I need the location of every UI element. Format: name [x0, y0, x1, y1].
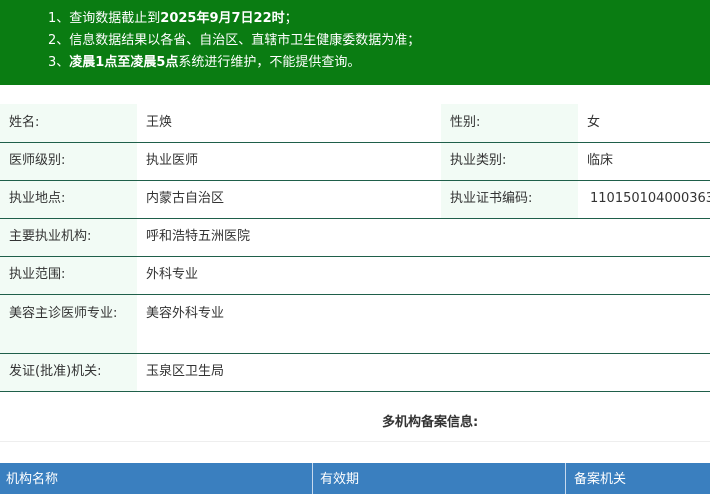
table-row: 医师级别: 执业医师 执业类别: 临床: [0, 142, 710, 181]
table-row: 执业范围: 外科专业: [0, 256, 710, 295]
doctor-info-table: 姓名: 王焕 性别: 女 医师级别: 执业医师 执业类别: 临床 执业地点: 内…: [0, 104, 710, 392]
location-value: 内蒙古自治区: [137, 180, 441, 219]
notice-line-1-prefix: 1、查询数据截止到: [48, 11, 161, 26]
scope-label: 执业范围:: [0, 256, 137, 295]
category-label: 执业类别:: [441, 142, 578, 181]
multi-org-section: 多机构备案信息:: [0, 401, 710, 442]
table-row: 主要执业机构: 呼和浩特五洲医院: [0, 218, 710, 257]
name-value: 王焕: [137, 104, 441, 143]
scope-value: 外科专业: [137, 256, 710, 295]
cosmetic-label: 美容主诊医师专业:: [0, 294, 137, 354]
notice-line-1-suffix: ；: [284, 11, 298, 26]
table-row: 美容主诊医师专业: 美容外科专业: [0, 294, 710, 354]
name-label: 姓名:: [0, 104, 137, 143]
cert-label: 执业证书编码:: [441, 180, 578, 219]
multi-org-table-header: 机构名称 有效期 备案机关: [0, 463, 710, 494]
table-row: 执业地点: 内蒙古自治区 执业证书编码: 110150104000363: [0, 180, 710, 219]
level-label: 医师级别:: [0, 142, 137, 181]
gender-value: 女: [578, 104, 710, 143]
table-row: 发证(批准)机关: 玉泉区卫生局: [0, 353, 710, 392]
level-value: 执业医师: [137, 142, 441, 181]
category-value: 临床: [578, 142, 710, 181]
cosmetic-value: 美容外科专业: [137, 294, 710, 354]
issuer-label: 发证(批准)机关:: [0, 353, 137, 392]
issuer-value: 玉泉区卫生局: [137, 353, 710, 392]
column-divider: [312, 463, 313, 494]
cert-value: 110150104000363: [578, 180, 710, 219]
table-row: 姓名: 王焕 性别: 女: [0, 104, 710, 143]
notice-banner: 1、查询数据截止到2025年9月7日22时； 2、信息数据结果以各省、自治区、直…: [0, 0, 710, 85]
notice-line-2: 2、信息数据结果以各省、自治区、直辖市卫生健康委数据为准；: [48, 33, 421, 48]
location-label: 执业地点:: [0, 180, 137, 219]
notice-data-cutoff: 2025年9月7日22时: [160, 11, 285, 26]
notice-line-3-prefix: 3、: [48, 55, 70, 70]
notice-line-1: 1、查询数据截止到2025年9月7日22时；: [48, 9, 298, 29]
institution-label: 主要执业机构:: [0, 218, 137, 257]
notice-maintenance-window: 凌晨1点至凌晨5点: [69, 55, 179, 70]
gender-label: 性别:: [441, 104, 578, 143]
multi-org-title: 多机构备案信息:: [382, 415, 479, 430]
notice-line-3-suffix: 系统进行维护，不能提供查询。: [178, 55, 361, 70]
institution-value: 呼和浩特五洲医院: [137, 218, 710, 257]
column-header-validity[interactable]: 有效期: [320, 463, 359, 494]
column-divider: [565, 463, 566, 494]
notice-line-3: 3、凌晨1点至凌晨5点系统进行维护，不能提供查询。: [48, 53, 360, 73]
column-header-filing-authority[interactable]: 备案机关: [574, 463, 626, 494]
column-header-org-name[interactable]: 机构名称: [6, 463, 58, 494]
